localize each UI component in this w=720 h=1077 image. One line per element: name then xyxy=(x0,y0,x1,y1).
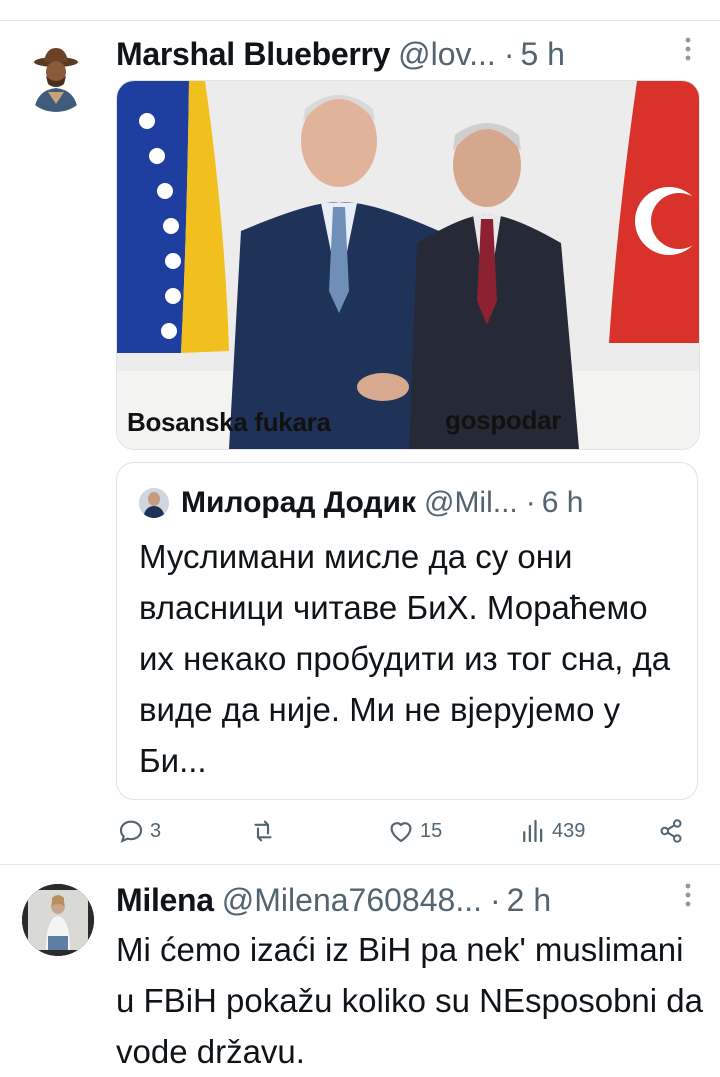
avatar[interactable] xyxy=(20,40,92,112)
like-count: 15 xyxy=(420,819,443,842)
share-button[interactable] xyxy=(656,816,686,846)
retweet-icon xyxy=(254,820,272,842)
tweet-text: Mi ćemo izaći iz BiH pa nek' muslimani u… xyxy=(116,931,703,1070)
more-icon[interactable] xyxy=(684,882,692,915)
quoted-author-handle[interactable]: @Mil... xyxy=(424,486,518,520)
retweet-button[interactable] xyxy=(248,816,282,846)
quoted-tweet-header: Милорад Додик @Mil... · 6 h xyxy=(139,481,583,525)
quoted-tweet[interactable]: Милорад Додик @Mil... · 6 h Муслимани ми… xyxy=(116,462,698,800)
photo-handshake xyxy=(117,81,699,449)
author-handle[interactable]: @lov... xyxy=(398,36,496,73)
quoted-tweet-text: Муслимани мисле да су они власници читав… xyxy=(139,538,671,779)
avatar[interactable] xyxy=(22,884,94,956)
timestamp[interactable]: 5 h xyxy=(520,36,564,73)
quoted-author-name[interactable]: Милорад Додик xyxy=(181,486,416,520)
separator-dot: · xyxy=(489,881,501,918)
quoted-timestamp[interactable]: 6 h xyxy=(542,486,584,520)
timestamp[interactable]: 2 h xyxy=(507,882,551,919)
reply-count: 3 xyxy=(150,819,162,842)
tweet-divider xyxy=(0,864,720,865)
image-caption-right: gospodar xyxy=(445,405,562,435)
tweet-actions: 3 15 439 xyxy=(116,812,706,852)
tweet-header: Marshal Blueberry @lov... · 5 h xyxy=(116,30,565,78)
like-icon xyxy=(390,822,412,843)
top-divider xyxy=(0,20,720,21)
separator-dot: · xyxy=(503,35,515,72)
views-button[interactable]: 439 xyxy=(518,816,585,846)
tweet-header: Milena @Milena760848... · 2 h xyxy=(116,876,551,924)
author-handle[interactable]: @Milena760848... xyxy=(222,882,482,919)
tweet-image[interactable]: Bosanska fukara gospodar xyxy=(116,80,700,450)
reply-button[interactable]: 3 xyxy=(116,816,161,846)
share-icon xyxy=(660,819,682,843)
views-count: 439 xyxy=(552,819,586,842)
author-name[interactable]: Milena xyxy=(116,882,214,919)
separator-dot: · xyxy=(525,486,536,519)
more-icon[interactable] xyxy=(684,36,692,69)
reply-icon xyxy=(119,820,143,843)
views-icon xyxy=(523,819,543,843)
quoted-avatar xyxy=(139,488,169,518)
author-name[interactable]: Marshal Blueberry xyxy=(116,36,390,73)
image-caption-left: Bosanska fukara xyxy=(127,407,331,437)
like-button[interactable]: 15 xyxy=(386,816,442,846)
